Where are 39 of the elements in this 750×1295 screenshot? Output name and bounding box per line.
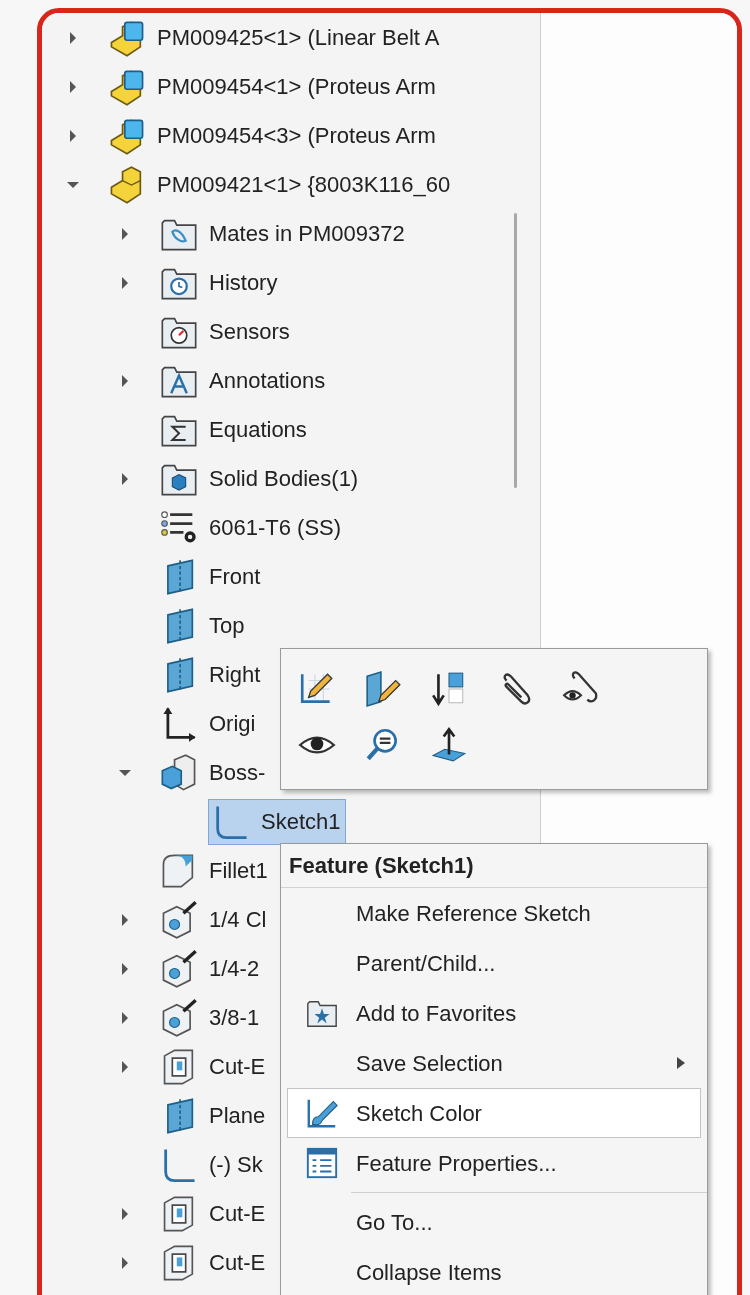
tree-item[interactable]: Sketch1 [208, 798, 346, 845]
tree-item[interactable]: Cut-E [156, 1239, 271, 1286]
tree-item[interactable]: Right [156, 651, 266, 698]
menu-item[interactable]: Parent/Child... [287, 938, 701, 988]
tree-item[interactable]: Plane [156, 1092, 271, 1139]
menu-title: Feature (Sketch1) [281, 844, 707, 888]
tree-item[interactable]: 1/4-2 [156, 945, 265, 992]
tree-item[interactable]: Front [156, 553, 266, 600]
tree-item[interactable]: Boss- [156, 749, 271, 796]
tree-item[interactable]: Solid Bodies(1) [156, 455, 364, 502]
tree-item[interactable]: PM009454<1> (Proteus Arm [104, 63, 441, 110]
tree-item[interactable]: (-) Sk [156, 1141, 268, 1188]
tree-item[interactable]: Mates in PM009372 [156, 210, 410, 257]
tree-item[interactable]: Cut-E [156, 1190, 271, 1237]
tree-item[interactable]: PM009425<1> (Linear Belt A [104, 14, 445, 61]
tree-item[interactable]: 1/4 Cl [156, 896, 272, 943]
tree-item[interactable]: PM009421<1> {8003K116_60 [104, 161, 456, 208]
menu-item[interactable]: Add to Favorites [287, 988, 701, 1038]
menu-item[interactable]: Make Reference Sketch [287, 888, 701, 938]
tree-item[interactable]: Origi [156, 700, 261, 747]
scrollbar-thumb[interactable] [514, 213, 517, 488]
tree-item[interactable]: Sensors [156, 308, 295, 355]
menu-item[interactable]: Go To... [287, 1197, 701, 1247]
tree-item[interactable]: 3/8-1 [156, 994, 265, 1041]
tree-item[interactable]: Annotations [156, 357, 331, 404]
tree-item[interactable]: Equations [156, 406, 312, 453]
tree-item[interactable]: Cut-E [156, 1043, 271, 1090]
tree-item[interactable]: Fillet1 [156, 847, 273, 894]
menu-item[interactable]: Collapse Items [287, 1247, 701, 1295]
menu-item[interactable]: Feature Properties... [287, 1138, 701, 1188]
arrow-plane-icon [430, 726, 468, 764]
menu-item[interactable]: Save Selection [287, 1038, 701, 1088]
properties-list-icon [305, 1146, 339, 1180]
tree-item[interactable]: History [156, 259, 283, 306]
tree-item[interactable]: Top [156, 602, 250, 649]
tree-item[interactable]: 6061-T6 (SS) [156, 504, 347, 551]
menu-item[interactable]: Sketch Color [287, 1088, 701, 1138]
plane-pencil-icon [364, 670, 402, 708]
tree-item[interactable]: PM009454<3> (Proteus Arm [104, 112, 441, 159]
